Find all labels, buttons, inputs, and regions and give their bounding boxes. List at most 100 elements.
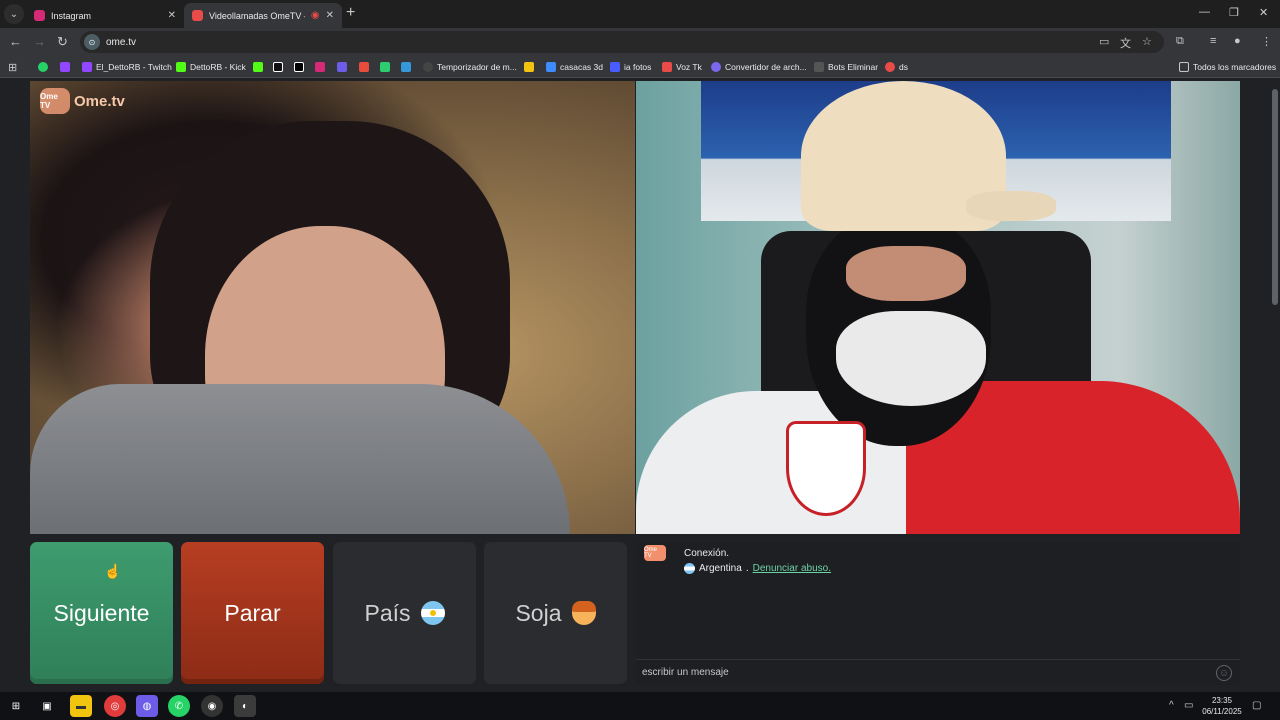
bookmarks-bar: ⊞ El_DettoRB - Twitch DettoRB - Kick Tem… xyxy=(0,56,1280,78)
minimize-icon[interactable]: — xyxy=(1199,6,1210,18)
video-shirt xyxy=(30,384,570,534)
tab-title: Instagram xyxy=(51,10,92,21)
voice-icon xyxy=(662,62,672,72)
timer-icon xyxy=(423,62,433,72)
bookmark-whatsapp[interactable] xyxy=(38,60,48,74)
bot-icon xyxy=(814,62,824,72)
bookmark-ia-fotos[interactable]: ia fotos xyxy=(610,60,651,74)
bookmark-label: Bots Eliminar xyxy=(828,62,879,72)
address-bar[interactable]: ⊙ ome.tv xyxy=(80,31,1164,53)
close-icon[interactable]: ✕ xyxy=(168,10,176,21)
new-tab-button[interactable]: + xyxy=(346,4,355,22)
back-button[interactable]: ← xyxy=(9,34,22,49)
network-icon[interactable]: ▭ xyxy=(1184,700,1193,711)
clock-date: 06/11/2025 xyxy=(1202,707,1242,716)
ometv-logo-mark: Ome TV xyxy=(40,88,70,114)
whatsapp-icon[interactable]: ✆ xyxy=(168,695,190,717)
recording-app-icon[interactable]: ◉ xyxy=(201,695,223,717)
tab-search-button[interactable]: ⌄ xyxy=(4,4,24,24)
chrome-icon[interactable]: ◐ xyxy=(234,695,256,717)
bookmark-label: casacas 3d xyxy=(560,62,603,72)
ometv-logo: Ome TV Ome.tv xyxy=(40,88,125,114)
gender-filter-button[interactable]: Soja xyxy=(484,542,627,684)
emoji-icon[interactable]: ☺ xyxy=(1216,665,1232,681)
bookmark-el-dettorb-twitch[interactable]: El_DettoRB - Twitch xyxy=(82,60,172,74)
discord-icon[interactable]: ◍ xyxy=(136,695,158,717)
bookmark-voz-tk[interactable]: Voz Tk xyxy=(662,60,702,74)
ometv-chat-icon: Ome TV xyxy=(644,545,666,561)
bookmark-twitch[interactable] xyxy=(60,60,70,74)
bookmark-folder[interactable] xyxy=(524,60,534,74)
app-icon xyxy=(337,62,347,72)
browser-toolbar: ← → ↻ ⊙ ome.tv ▭ 文 ☆ ⧉ ≡ ● ⋮ xyxy=(0,28,1280,56)
page-scrollbar[interactable] xyxy=(1272,89,1278,305)
clock-time: 23:35 xyxy=(1211,696,1233,705)
video-eyes xyxy=(846,246,966,301)
app-icon xyxy=(380,62,390,72)
translate-icon[interactable]: 文 xyxy=(1120,35,1131,51)
bookmark-dettorb-kick[interactable]: DettoRB - Kick xyxy=(176,60,246,74)
bookmark-instagram[interactable] xyxy=(315,60,325,74)
tab-ometv[interactable]: Videollamadas OmeTV — ◉ ✕ xyxy=(184,3,342,28)
close-window-icon[interactable]: ✕ xyxy=(1259,6,1268,19)
reload-button[interactable]: ↻ xyxy=(57,34,68,50)
app-icon xyxy=(401,62,411,72)
twitch-icon xyxy=(82,62,92,72)
self-video xyxy=(636,81,1240,534)
ometv-logo-text: Ome.tv xyxy=(74,92,125,110)
bookmark-app[interactable] xyxy=(359,60,369,74)
cast-icon[interactable]: ▭ xyxy=(1099,35,1109,48)
country-button-label: País xyxy=(364,599,411,626)
message-input[interactable]: escribir un mensaje xyxy=(636,659,1240,685)
task-view-icon[interactable]: ▣ xyxy=(36,695,58,717)
folder-icon xyxy=(524,62,534,72)
file-explorer-icon[interactable]: ▬ xyxy=(70,695,92,717)
site-info-icon[interactable]: ⊙ xyxy=(84,34,100,50)
app-icon[interactable]: ◎ xyxy=(104,695,126,717)
convert-icon xyxy=(711,62,721,72)
apps-icon[interactable]: ⊞ xyxy=(8,60,17,74)
extensions-icon[interactable]: ⧉ xyxy=(1176,35,1184,48)
country-filter-button[interactable]: País xyxy=(333,542,476,684)
report-abuse-link[interactable]: Denunciar abuso. xyxy=(753,563,831,574)
bookmark-casacas-3d[interactable]: casacas 3d xyxy=(546,60,603,74)
stop-button[interactable]: Parar xyxy=(181,542,324,684)
bookmark-app[interactable] xyxy=(380,60,390,74)
app-icon xyxy=(359,62,369,72)
next-button[interactable]: Siguiente xyxy=(30,542,173,684)
notifications-icon[interactable]: ▢ xyxy=(1252,700,1261,711)
bookmark-bots-eliminar[interactable]: Bots Eliminar xyxy=(814,60,878,74)
media-icon[interactable]: ≡ xyxy=(1210,35,1216,47)
menu-icon[interactable]: ⋮ xyxy=(1261,35,1272,48)
bookmark-kick[interactable] xyxy=(253,60,263,74)
restore-icon[interactable]: ❐ xyxy=(1229,6,1239,19)
tray-chevron-icon[interactable]: ^ xyxy=(1169,700,1174,711)
stranger-country: Argentina xyxy=(699,563,742,574)
windows-start-icon[interactable]: ⊞ xyxy=(5,695,27,717)
connection-status: Conexión. xyxy=(684,548,730,559)
bookmark-app[interactable] xyxy=(401,60,411,74)
bookmark-tiktok[interactable] xyxy=(273,60,283,74)
gender-button-label: Soja xyxy=(515,599,562,626)
recording-icon: ◉ xyxy=(310,10,320,21)
forward-button[interactable]: → xyxy=(33,34,46,49)
bookmark-star-icon[interactable]: ☆ xyxy=(1142,35,1152,48)
tab-strip: ⌄ Instagram ✕ Videollamadas OmeTV — ◉ ✕ … xyxy=(0,0,1280,28)
argentina-flag-icon xyxy=(420,601,445,625)
chat-panel: Ome TV Conexión. Argentina . Denunciar a… xyxy=(636,542,1240,685)
tab-instagram[interactable]: Instagram ✕ xyxy=(26,3,184,28)
twitch-icon xyxy=(60,62,70,72)
bookmark-x[interactable] xyxy=(294,60,304,74)
profile-avatar[interactable]: ● xyxy=(1234,35,1241,47)
bookmark-ds[interactable]: ds xyxy=(885,60,908,74)
all-bookmarks[interactable]: Todos los marcadores xyxy=(1179,60,1276,74)
bookmark-convertidor[interactable]: Convertidor de arch... xyxy=(711,60,807,74)
tab-title: Videollamadas OmeTV — xyxy=(209,10,305,21)
bookmark-temporizador[interactable]: Temporizador de m... xyxy=(423,60,517,74)
bookmark-label: Convertidor de arch... xyxy=(725,62,807,72)
system-clock[interactable]: 23:35 06/11/2025 xyxy=(1199,695,1245,717)
bookmark-app[interactable] xyxy=(337,60,347,74)
all-bookmarks-label: Todos los marcadores xyxy=(1193,62,1277,72)
bookmark-label: Voz Tk xyxy=(676,62,702,72)
close-icon[interactable]: ✕ xyxy=(326,10,334,21)
